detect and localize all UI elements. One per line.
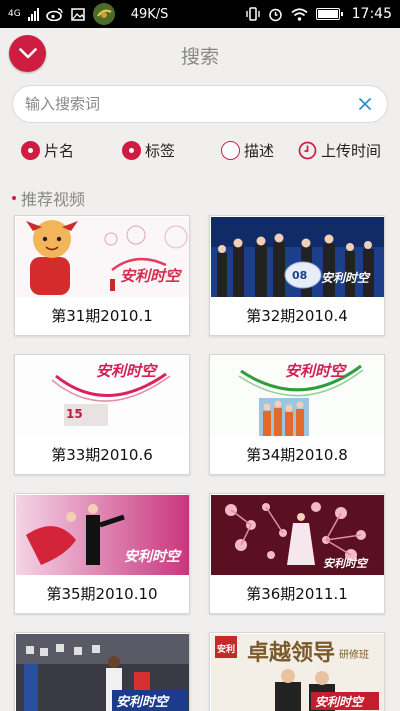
svg-text:08: 08 <box>292 269 307 282</box>
network-type: 4G <box>8 8 21 19</box>
video-thumbnail: 安利时空 <box>16 634 189 711</box>
brand-logo-text: 安利时空 <box>323 557 369 570</box>
header: 搜索 <box>0 28 400 84</box>
radio-selected-icon <box>122 141 141 160</box>
filter-description[interactable]: 描述 <box>221 140 274 161</box>
video-title: 第34期2010.8 <box>246 445 348 464</box>
alarm-icon <box>268 8 282 21</box>
status-bar: 4G 49K/S 17:45 <box>0 0 400 28</box>
clock-icon <box>298 141 317 160</box>
brand-logo-text: 安利时空 <box>321 271 371 285</box>
brand-logo-text: 安利时空 <box>116 694 170 710</box>
filter-label: 标签 <box>145 142 176 160</box>
banner-title-text: 卓越领导 <box>247 640 335 666</box>
search-box <box>12 85 388 123</box>
section-title: 推荐视频 <box>21 190 86 209</box>
brand-logo-text: 安利时空 <box>315 695 365 709</box>
video-card[interactable]: 安利时空 15 第33期2010.6 <box>14 354 190 475</box>
video-thumbnail: 安利时空 15 <box>16 356 189 436</box>
video-card[interactable]: 安利时空 第31期2010.1 <box>14 215 190 336</box>
video-card[interactable]: 安利 卓越领导 研修班 安利时空 <box>209 632 385 711</box>
radio-selected-icon <box>21 141 40 160</box>
video-card[interactable]: 08 安利时空 第32期2010.4 <box>209 215 385 336</box>
video-title: 第33期2010.6 <box>51 445 153 464</box>
video-title: 第31期2010.1 <box>51 306 153 325</box>
video-thumbnail: 安利 卓越领导 研修班 安利时空 <box>211 634 384 711</box>
video-thumbnail: 安利时空 <box>16 495 189 575</box>
search-filters: 片名 标签 描述 上传时间 <box>21 140 396 164</box>
filter-label: 描述 <box>244 142 275 160</box>
brand-short-text: 安利 <box>217 643 235 655</box>
network-speed: 49K/S <box>130 6 169 22</box>
filter-tag[interactable]: 标签 <box>122 140 175 161</box>
vibrate-icon <box>245 7 260 21</box>
video-thumbnail: 安利时空 <box>16 217 189 297</box>
brand-logo-text: 安利时空 <box>124 548 182 565</box>
video-card[interactable]: 安利时空 第36期2011.1 <box>209 493 385 614</box>
filter-title[interactable]: 片名 <box>21 140 74 161</box>
clock-time: 17:45 <box>351 6 392 22</box>
signal-icon <box>27 7 39 21</box>
video-thumbnail: 08 安利时空 <box>211 217 384 297</box>
wifi-icon <box>291 7 308 21</box>
video-title: 第32期2010.4 <box>246 306 348 325</box>
section-header: 推荐视频 <box>12 186 85 210</box>
bullet-icon <box>12 196 16 200</box>
page-title: 搜索 <box>180 46 219 68</box>
app-notification-icon <box>92 3 115 25</box>
brand-logo-text: 安利时空 <box>120 267 182 285</box>
filter-label: 片名 <box>44 142 75 160</box>
battery-icon <box>315 8 343 20</box>
video-card[interactable]: 安利时空 第34期2010.8 <box>209 354 385 475</box>
clear-icon[interactable] <box>357 96 373 112</box>
video-title: 第35期2010.10 <box>46 584 158 603</box>
filter-label: 上传时间 <box>321 142 382 160</box>
brand-logo-text: 安利时空 <box>96 362 158 380</box>
video-thumbnail: 安利时空 <box>211 495 384 575</box>
weibo-icon <box>45 8 63 21</box>
radio-unselected-icon <box>221 141 240 160</box>
video-thumbnail: 安利时空 <box>211 356 384 436</box>
video-card[interactable]: 安利时空 <box>14 632 190 711</box>
filter-upload-time[interactable]: 上传时间 <box>298 140 381 161</box>
image-icon <box>70 7 85 21</box>
thumb-number: 15 <box>66 407 83 421</box>
video-card[interactable]: 安利时空 第35期2010.10 <box>14 493 190 614</box>
banner-subtitle-text: 研修班 <box>339 648 369 661</box>
video-title: 第36期2011.1 <box>246 584 348 603</box>
search-input[interactable] <box>25 95 357 113</box>
brand-logo-text: 安利时空 <box>285 362 347 380</box>
